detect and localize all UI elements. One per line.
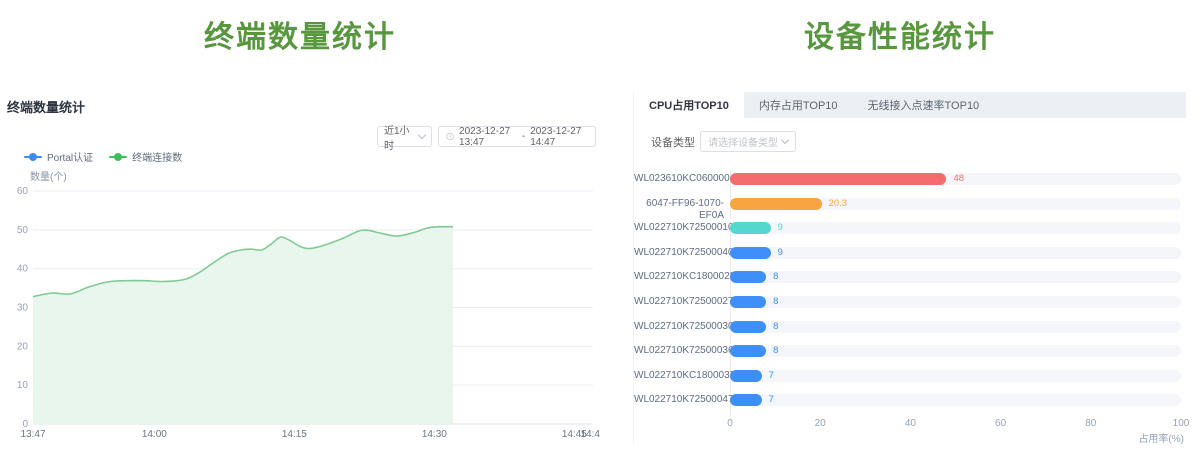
bar-fill — [730, 394, 762, 406]
x-tick-label: 40 — [890, 418, 930, 429]
bar-category-label: WL022710KC18000372 — [634, 370, 724, 382]
x-tick-label: 0 — [710, 418, 750, 429]
y-tick-label: 60 — [17, 186, 29, 197]
bar-track — [730, 321, 1181, 333]
x-tick-label: 14:00 — [142, 429, 167, 440]
legend-marker-icon — [24, 156, 42, 158]
x-tick-label: 14:47 — [580, 429, 600, 440]
chart-legend: Portal认证 终端连接数 — [24, 149, 182, 164]
legend-item-portal[interactable]: Portal认证 — [24, 149, 93, 164]
page-title-device: 设备性能统计 — [600, 12, 1200, 56]
y-tick-label: 30 — [17, 303, 29, 314]
x-tick-label: 14:15 — [282, 429, 307, 440]
page-title-terminal: 终端数量统计 — [0, 12, 600, 56]
bar-value-label: 8 — [773, 271, 778, 283]
bar-track — [730, 345, 1181, 357]
bar-value-label: 8 — [773, 296, 778, 308]
bar-track — [730, 296, 1181, 308]
bar-fill — [730, 296, 766, 308]
bar-category-label: WL022710K725000470 — [634, 394, 724, 406]
bar-track — [730, 370, 1181, 382]
bar-category-label: WL023610KC06000043 — [634, 173, 724, 185]
legend-item-connections[interactable]: 终端连接数 — [109, 149, 182, 164]
bar-value-label: 9 — [778, 222, 783, 234]
bar-fill — [730, 222, 771, 234]
bar-fill — [730, 198, 822, 210]
x-tick-label: 100 — [1161, 418, 1200, 429]
y-tick-label: 50 — [17, 225, 29, 236]
legend-marker-icon — [109, 156, 127, 158]
device-perf-panel: 设备性能统计 CPU占用TOP10 内存占用TOP10 无线接入点速率TOP10… — [600, 0, 1200, 456]
y-tick-label: 10 — [17, 380, 29, 391]
terminal-stats-panel: 终端数量统计 终端数量统计 近1小时 2023-12-27 13:47 - 20… — [0, 0, 600, 456]
series-area — [33, 227, 453, 424]
bar-fill — [730, 321, 766, 333]
bar-fill — [730, 271, 766, 283]
bar-fill — [730, 247, 771, 259]
device-perf-card: CPU占用TOP10 内存占用TOP10 无线接入点速率TOP10 设备类型 请… — [633, 92, 1186, 444]
bar-track — [730, 222, 1181, 234]
bar-value-label: 8 — [773, 321, 778, 333]
bar-category-label: WL022710K725000369 — [634, 345, 724, 357]
bar-fill — [730, 345, 766, 357]
time-range-select[interactable]: 近1小时 — [377, 126, 432, 147]
x-tick-label: 80 — [1071, 418, 1111, 429]
cpu-top10-bar-chart: WL023610KC06000043 48 6047-FF96-1070-EF0A 2… — [634, 92, 1186, 444]
date-end: 2023-12-27 14:47 — [530, 126, 588, 148]
x-tick-label: 13:47 — [20, 429, 45, 440]
chevron-down-icon — [418, 131, 426, 139]
legend-label: Portal认证 — [47, 149, 93, 164]
bar-category-label: WL022710K725000307 — [634, 321, 724, 333]
x-tick-label: 60 — [981, 418, 1021, 429]
bar-value-label: 20.3 — [829, 198, 848, 210]
y-tick-label: 40 — [17, 264, 29, 275]
bar-value-label: 7 — [769, 370, 774, 382]
legend-label: 终端连接数 — [132, 149, 182, 164]
clock-icon — [446, 131, 454, 142]
date-range-picker[interactable]: 2023-12-27 13:47 - 2023-12-27 14:47 — [438, 126, 596, 147]
terminal-count-area-chart: 010203040506013:4714:0014:1514:3014:4514… — [0, 180, 600, 456]
date-separator: - — [522, 131, 525, 142]
time-range-value: 近1小时 — [384, 122, 419, 152]
bar-track — [730, 247, 1181, 259]
x-tick-label: 14:30 — [422, 429, 447, 440]
x-axis-title: 占用率(%) — [1138, 430, 1184, 445]
bar-value-label: 8 — [773, 345, 778, 357]
bar-fill — [730, 370, 762, 382]
bar-category-label: WL022710K725000102 — [634, 222, 724, 234]
bar-track — [730, 394, 1181, 406]
bar-value-label: 48 — [953, 173, 964, 185]
bar-fill — [730, 173, 946, 185]
bar-track — [730, 271, 1181, 283]
bar-value-label: 7 — [769, 394, 774, 406]
section-title-terminal: 终端数量统计 — [7, 97, 85, 116]
bar-category-label: WL022710KC18000280 — [634, 271, 724, 283]
bar-category-label: WL022710K725000409 — [634, 247, 724, 259]
date-start: 2023-12-27 13:47 — [459, 126, 517, 148]
bar-value-label: 9 — [778, 247, 783, 259]
y-tick-label: 20 — [17, 341, 29, 352]
x-tick-label: 20 — [800, 418, 840, 429]
bar-category-label: WL022710K725000272 — [634, 296, 724, 308]
bar-category-label: 6047-FF96-1070-EF0A — [634, 198, 724, 222]
